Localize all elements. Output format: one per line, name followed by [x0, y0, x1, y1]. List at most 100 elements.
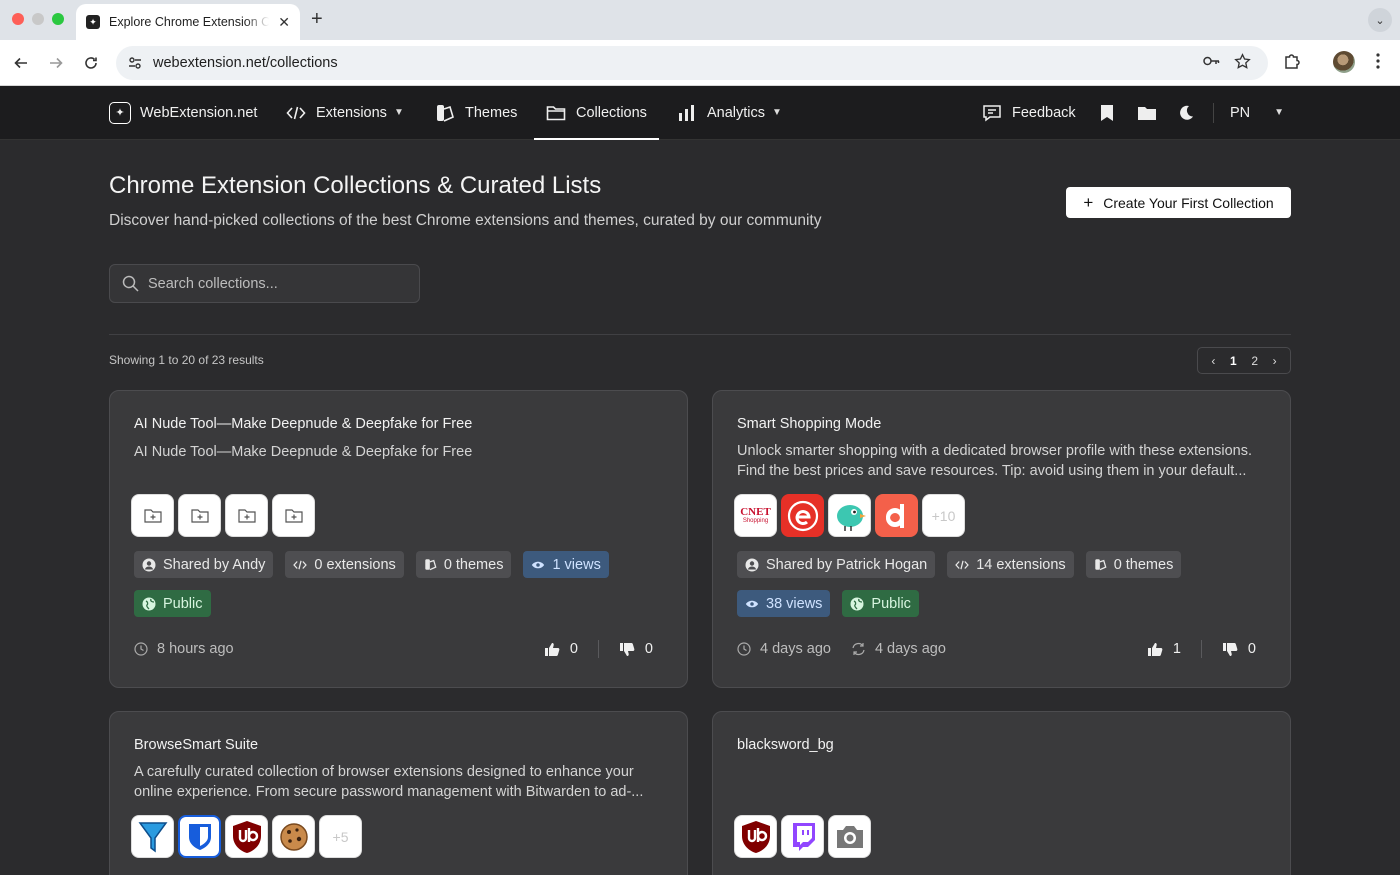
url-text: webextension.net/collections	[153, 55, 338, 71]
address-bar[interactable]: webextension.net/collections	[116, 46, 1268, 80]
themes-count-badge: 0 themes	[1085, 551, 1182, 578]
card-title[interactable]: BrowseSmart Suite	[134, 737, 258, 753]
globe-icon	[142, 597, 156, 610]
forward-button[interactable]	[44, 51, 68, 75]
collection-card[interactable]: AI Nude Tool—Make Deepnude & Deepfake fo…	[109, 390, 688, 688]
nav-analytics-label: Analytics	[707, 104, 766, 121]
bookmarks-button[interactable]	[1099, 86, 1125, 139]
bookmark-icon	[1101, 104, 1113, 121]
themes-swatch-icon	[1094, 559, 1107, 571]
themes-swatch-icon	[425, 559, 437, 571]
chevron-down-icon: ▼	[772, 107, 782, 118]
folder-plus-icon	[131, 494, 174, 537]
cnet-shopping-icon: CNET Shopping	[734, 494, 777, 537]
window-minimize-button[interactable]	[32, 13, 44, 25]
brand-home-link[interactable]: ✦ WebExtension.net	[109, 86, 257, 139]
browser-toolbar: webextension.net/collections	[0, 40, 1400, 86]
nav-collections[interactable]: Collections	[534, 86, 659, 140]
shared-by-badge: Shared by Andy	[134, 551, 274, 578]
vote-controls: 1 0	[1147, 640, 1256, 658]
downvote-button[interactable]: 0	[619, 641, 653, 657]
refresh-icon	[852, 642, 865, 656]
new-tab-button[interactable]: +	[311, 8, 323, 31]
card-title[interactable]: Smart Shopping Mode	[737, 416, 881, 432]
language-selector[interactable]: PN ▼	[1230, 86, 1284, 139]
upvote-button[interactable]: 1	[1147, 641, 1181, 657]
ublock-origin-icon	[225, 815, 268, 858]
tab-close-icon[interactable]: ✕	[278, 14, 290, 31]
vote-controls: 0 0	[544, 640, 653, 658]
card-icons	[131, 494, 315, 537]
profile-avatar[interactable]	[1333, 51, 1355, 73]
bookmark-star-icon[interactable]	[1230, 49, 1254, 73]
page-subtitle: Discover hand-picked collections of the …	[109, 212, 822, 229]
nav-extensions[interactable]: Extensions ▼	[286, 86, 404, 139]
chevron-down-icon: ▼	[1274, 107, 1285, 118]
page-2-button[interactable]: 2	[1251, 354, 1258, 368]
card-footer: 4 days ago 4 days ago 1 0	[737, 640, 1256, 658]
card-badges: Shared by Andy 0 extensions 0 themes 1 v…	[134, 551, 674, 617]
next-page-button[interactable]: ›	[1273, 354, 1277, 368]
dark-mode-toggle[interactable]	[1177, 86, 1205, 139]
clock-icon	[134, 642, 148, 656]
nav-feedback[interactable]: Feedback	[982, 86, 1076, 139]
card-description: AI Nude Tool—Make Deepnude & Deepfake fo…	[134, 444, 473, 460]
extensions-puzzle-icon[interactable]	[1280, 49, 1304, 73]
window-maximize-button[interactable]	[52, 13, 64, 25]
bar-chart-icon	[679, 104, 694, 121]
card-description: A carefully curated collection of browse…	[134, 764, 644, 800]
nav-themes-label: Themes	[465, 104, 518, 121]
thumbs-up-icon	[544, 642, 560, 656]
brand-logo-icon: ✦	[109, 101, 131, 124]
search-input[interactable]	[148, 275, 398, 292]
tab-title: Explore Chrome Extension Collections	[109, 15, 269, 29]
prev-page-button[interactable]: ‹	[1211, 354, 1215, 368]
thumbs-up-icon	[1147, 642, 1163, 656]
twitch-icon	[781, 815, 824, 858]
page-title: Chrome Extension Collections & Curated L…	[109, 172, 602, 199]
browser-tab-active[interactable]: ✦ Explore Chrome Extension Collections ✕	[76, 4, 300, 40]
themes-swatch-icon	[437, 104, 454, 122]
extensions-count-badge: 14 extensions	[947, 551, 1074, 578]
funnel-filter-icon	[131, 815, 174, 858]
card-icons	[734, 815, 871, 858]
nav-collections-label: Collections	[576, 104, 647, 121]
folder-plus-icon	[272, 494, 315, 537]
tab-search-chevron-icon[interactable]: ⌄	[1368, 8, 1392, 32]
more-icons-count[interactable]: +5	[319, 815, 362, 858]
card-footer: 8 hours ago 0 0	[134, 640, 653, 658]
collection-card[interactable]: BrowseSmart Suite A carefully curated co…	[109, 711, 688, 875]
nav-themes[interactable]: Themes	[435, 86, 517, 139]
my-collections-button[interactable]	[1137, 86, 1167, 139]
site-info-icon[interactable]	[124, 52, 146, 74]
vote-divider	[597, 640, 599, 658]
back-button[interactable]	[9, 51, 33, 75]
window-close-button[interactable]	[12, 13, 24, 25]
nav-feedback-label: Feedback	[1012, 104, 1076, 121]
browser-menu-icon[interactable]	[1366, 49, 1390, 73]
upvote-button[interactable]: 0	[544, 641, 578, 657]
site-navbar: ✦ WebExtension.net Extensions ▼ Themes C…	[0, 86, 1400, 140]
search-icon	[122, 275, 139, 292]
visibility-badge: Public	[134, 590, 211, 617]
collection-card[interactable]: Smart Shopping Mode Unlock smarter shopp…	[712, 390, 1291, 688]
create-collection-button[interactable]: + Create Your First Collection	[1066, 187, 1291, 218]
more-icons-count[interactable]: +10	[922, 494, 965, 537]
forward-arrow-icon	[50, 57, 63, 69]
bitwarden-shield-icon	[178, 815, 221, 858]
search-box[interactable]	[109, 264, 420, 303]
password-key-icon[interactable]	[1199, 49, 1223, 73]
card-title[interactable]: blacksword_bg	[737, 737, 834, 753]
collection-card[interactable]: blacksword_bg	[712, 711, 1291, 875]
nav-analytics[interactable]: Analytics ▼	[677, 86, 782, 139]
page-1-button[interactable]: 1	[1230, 354, 1237, 368]
ublock-origin-icon	[734, 815, 777, 858]
bird-mascot-icon	[828, 494, 871, 537]
views-count-badge: 38 views	[737, 590, 831, 617]
card-title[interactable]: AI Nude Tool—Make Deepnude & Deepfake fo…	[134, 416, 472, 432]
eye-icon	[745, 600, 759, 607]
downvote-button[interactable]: 0	[1222, 641, 1256, 657]
reload-button[interactable]	[79, 51, 103, 75]
create-collection-label: Create Your First Collection	[1103, 194, 1274, 211]
clock-icon	[737, 642, 751, 656]
